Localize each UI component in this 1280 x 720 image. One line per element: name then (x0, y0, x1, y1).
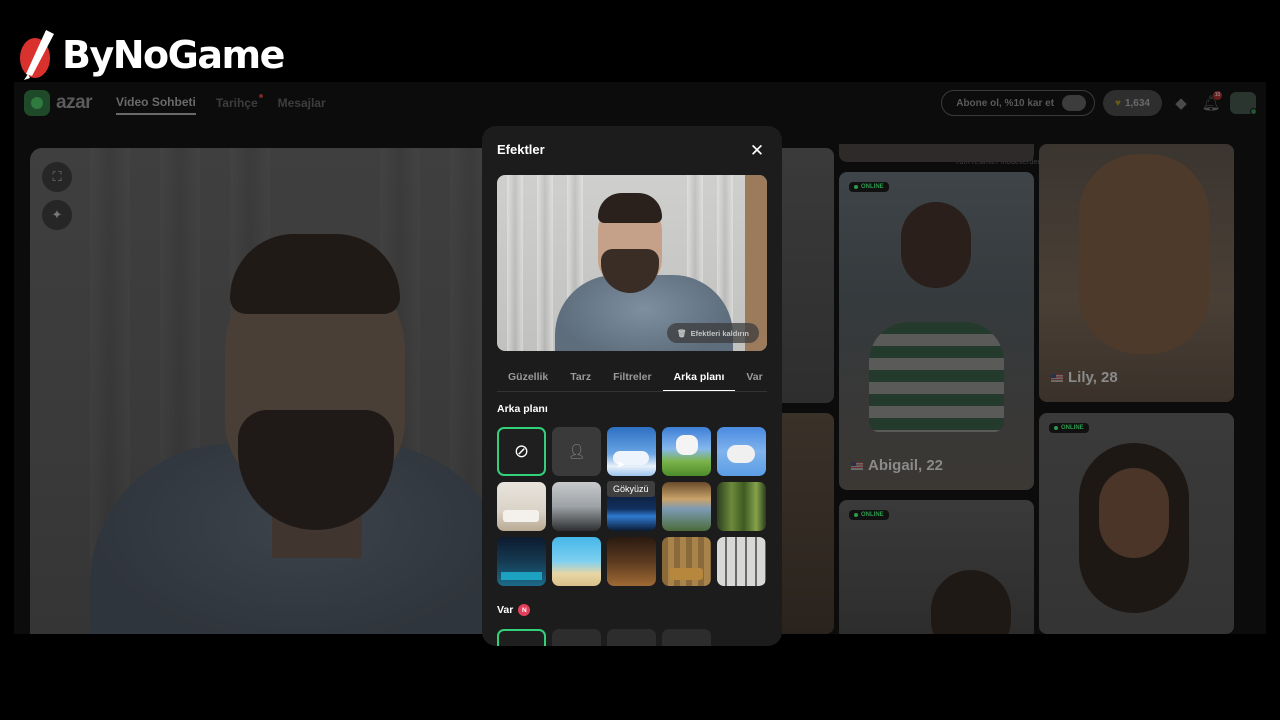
subscribe-button[interactable]: Abone ol, %10 kar et (941, 90, 1096, 116)
profile-name: Abigail, 22 (851, 457, 943, 474)
background-sofa-wall[interactable] (662, 537, 711, 586)
trash-icon: 🗑︎ (677, 328, 687, 338)
background-cat-sky[interactable] (717, 427, 766, 476)
background-white-room[interactable] (497, 482, 546, 531)
profile-card-top[interactable] (839, 144, 1034, 162)
coin-icon: ♥ (1115, 97, 1121, 109)
cloud-icon (1062, 95, 1087, 111)
tooltip-sky: Gökyüzü (607, 481, 655, 497)
preview-user-hair (598, 193, 662, 223)
nav-tab-video-chat[interactable]: Video Sohbeti (116, 91, 196, 115)
background-none[interactable]: ⊘ (497, 427, 546, 476)
close-icon[interactable]: ✕ (744, 138, 770, 164)
profile-card-4[interactable]: ONLINE (1039, 413, 1234, 634)
profile-card-3[interactable]: ONLINE (839, 500, 1034, 634)
brand[interactable]: azar (24, 90, 93, 116)
online-badge: ONLINE (849, 510, 889, 520)
tab-filters[interactable]: Filtreler (602, 362, 663, 391)
online-badge: ONLINE (1049, 423, 1089, 433)
bell-icon[interactable]: 🔔︎ 10 (1200, 91, 1222, 114)
magic-wand-icon[interactable]: ✦ (42, 200, 72, 230)
effects-preview: 🗑︎ Efektleri kaldırın (497, 175, 767, 351)
us-flag-icon (1051, 373, 1063, 382)
online-badge: ONLINE (849, 182, 889, 192)
us-flag-icon (851, 461, 863, 470)
profile-card-abigail[interactable]: ONLINE Abigail, 22 (839, 172, 1034, 490)
background-grid: ⊘ 👤︎ ➤ (497, 427, 769, 586)
user-avatar[interactable] (1230, 92, 1257, 115)
watermark-logo: ByNoGame (18, 28, 285, 82)
background-sky[interactable]: ➤ (607, 427, 656, 476)
notification-badge: 10 (1213, 91, 1222, 100)
var-none[interactable] (497, 629, 546, 646)
var-item[interactable] (662, 629, 711, 646)
webcam-feed: ⛶ ✦ (30, 148, 500, 634)
profile-card-lily[interactable]: Lily, 28 (1039, 144, 1234, 402)
history-dot (258, 94, 263, 98)
azar-logo-icon (24, 90, 50, 116)
no-background-icon: ⊘ (513, 441, 530, 461)
section-background-title: Arka planı (497, 403, 548, 415)
modal-title: Efektler (497, 142, 545, 157)
background-blur[interactable]: 👤︎ (552, 427, 601, 476)
background-mountain-window[interactable] (662, 482, 711, 531)
effects-modal: Efektler ✕ 🗑︎ Efektleri kaldırın Güzelli… (482, 126, 782, 646)
background-city-window[interactable] (717, 537, 766, 586)
var-grid (497, 629, 711, 646)
profile-name: Lily, 28 (1051, 369, 1118, 386)
var-item[interactable] (552, 629, 601, 646)
coin-balance: 1,634 (1124, 97, 1150, 109)
nav-tab-history[interactable]: Tarihçe (216, 92, 263, 114)
bynogame-logo-icon (18, 28, 56, 82)
coin-balance-button[interactable]: ♥ 1,634 (1103, 90, 1162, 116)
nav-tab-messages[interactable]: Mesajlar (278, 92, 326, 114)
background-cabin[interactable] (607, 537, 656, 586)
tab-var[interactable]: Var (735, 362, 767, 391)
remove-effects-label: Efektleri kaldırın (690, 328, 749, 338)
background-game-room[interactable] (497, 537, 546, 586)
subscribe-label: Abone ol, %10 kar et (956, 97, 1055, 109)
tab-style[interactable]: Tarz (559, 362, 602, 391)
brand-name: azar (56, 92, 93, 113)
online-indicator (1250, 108, 1257, 115)
new-badge: N (518, 604, 531, 616)
background-forest[interactable] (717, 482, 766, 531)
watermark-text: ByNoGame (62, 33, 285, 77)
background-cat-meadow[interactable] (662, 427, 711, 476)
var-item[interactable] (607, 629, 656, 646)
effects-tabs: Güzellik Tarz Filtreler Arka planı Var (497, 362, 767, 392)
mouse-cursor-icon: ➤ (616, 459, 626, 471)
person-blur-icon: 👤︎ (567, 443, 586, 459)
tab-background[interactable]: Arka planı (662, 362, 736, 391)
topbar: azar Video Sohbeti Tarihçe Mesajlar Abon… (14, 82, 1266, 124)
section-var-title: Var N (497, 604, 531, 616)
tab-beauty[interactable]: Güzellik (497, 362, 559, 391)
background-beach[interactable] (552, 537, 601, 586)
gem-icon[interactable]: ◆ (1170, 92, 1192, 114)
background-loft[interactable] (552, 482, 601, 531)
fullscreen-icon[interactable]: ⛶ (42, 162, 72, 192)
user-hair (230, 234, 400, 314)
remove-effects-button[interactable]: 🗑︎ Efektleri kaldırın (667, 323, 759, 343)
